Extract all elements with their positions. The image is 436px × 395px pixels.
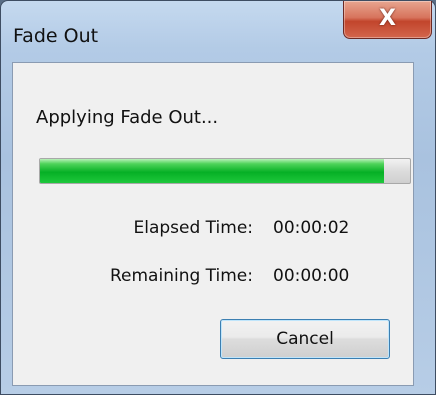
remaining-time-label: Remaining Time: (109, 266, 253, 286)
dialog-content: Applying Fade Out... Elapsed Time: 00:00… (12, 62, 414, 386)
elapsed-time-value: 00:00:02 (273, 218, 350, 238)
elapsed-time-row: Elapsed Time: (13, 218, 253, 242)
close-icon: X (379, 6, 396, 31)
status-text: Applying Fade Out... (36, 107, 219, 128)
progress-bar (39, 158, 411, 184)
fade-out-dialog-window: Fade Out X Applying Fade Out... Elapsed … (0, 0, 436, 395)
remaining-time-value: 00:00:00 (273, 266, 350, 286)
remaining-time-row: Remaining Time: (13, 266, 253, 290)
title-bar[interactable]: Fade Out X (1, 1, 435, 55)
elapsed-time-label: Elapsed Time: (133, 218, 253, 238)
progress-bar-fill (40, 159, 385, 183)
close-button[interactable]: X (343, 1, 432, 39)
cancel-button[interactable]: Cancel (220, 319, 390, 359)
window-title: Fade Out (13, 25, 99, 47)
